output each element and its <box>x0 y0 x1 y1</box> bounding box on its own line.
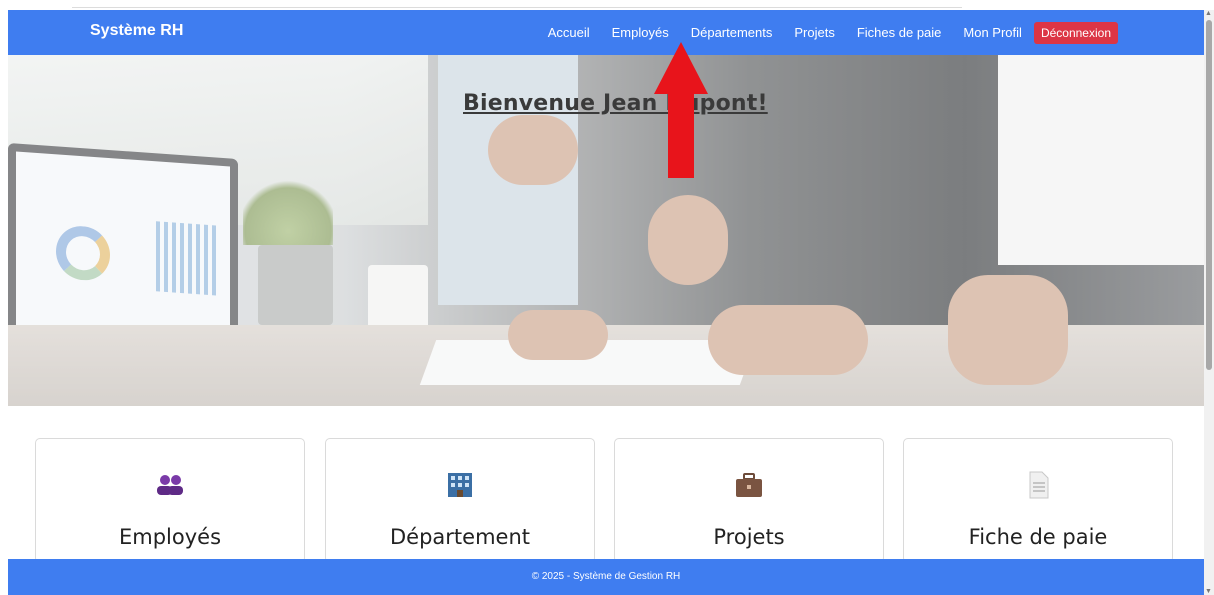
cards-row: Employés Département Projets Fiche de pa… <box>35 438 1175 563</box>
welcome-title: Bienvenue Jean Dupont! <box>463 91 768 116</box>
card-title: Employés <box>118 525 222 549</box>
card-title: Fiche de paie <box>968 525 1108 549</box>
nav-links: Accueil Employés Départements Projets Fi… <box>526 10 1118 55</box>
nav-link-employes[interactable]: Employés <box>612 25 669 40</box>
card-title: Projets <box>713 525 785 549</box>
card-title: Département <box>390 525 530 549</box>
nav-link-projets[interactable]: Projets <box>794 25 834 40</box>
logout-button[interactable]: Déconnexion <box>1033 21 1118 44</box>
card-fiche-de-paie[interactable]: Fiche de paie <box>903 438 1173 563</box>
briefcase-icon <box>736 473 762 497</box>
footer-text: © 2025 - Système de Gestion RH <box>531 571 681 582</box>
nav-link-accueil[interactable]: Accueil <box>548 25 590 40</box>
card-projets[interactable]: Projets <box>614 438 884 563</box>
document-icon <box>1029 471 1049 499</box>
card-employes[interactable]: Employés <box>35 438 305 563</box>
building-icon <box>448 473 472 497</box>
nav-link-departements[interactable]: Départements <box>691 25 773 40</box>
navbar: Système RH Accueil Employés Départements… <box>8 10 1204 55</box>
scroll-down-icon[interactable]: ▼ <box>1205 588 1212 595</box>
nav-link-mon-profil[interactable]: Mon Profil <box>963 25 1022 40</box>
footer: © 2025 - Système de Gestion RH <box>8 559 1204 595</box>
card-departement[interactable]: Département <box>325 438 595 563</box>
brand[interactable]: Système RH <box>90 22 183 40</box>
scrollbar[interactable]: ▲ ▼ <box>1204 10 1214 595</box>
top-strip <box>72 0 962 8</box>
scroll-up-icon[interactable]: ▲ <box>1205 10 1212 17</box>
hero-banner: Bienvenue Jean Dupont! <box>8 55 1204 406</box>
up-arrow-icon <box>654 42 708 178</box>
page: Système RH Accueil Employés Départements… <box>0 0 1214 595</box>
people-icon <box>157 475 183 495</box>
nav-link-fiches-de-paie[interactable]: Fiches de paie <box>857 25 942 40</box>
scrollbar-thumb[interactable] <box>1206 20 1212 370</box>
